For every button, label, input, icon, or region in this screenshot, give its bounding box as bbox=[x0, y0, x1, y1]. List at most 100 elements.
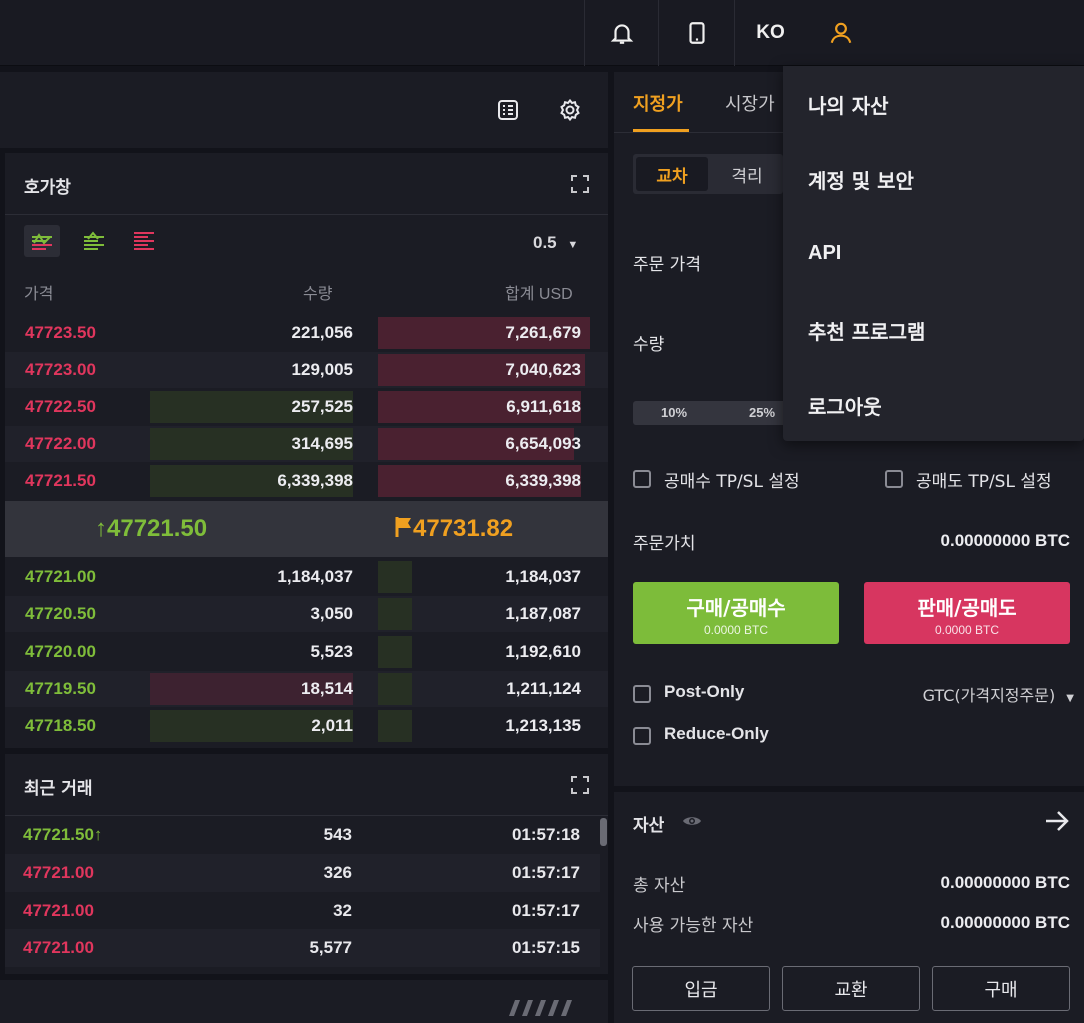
trade-qty: 32 bbox=[333, 901, 352, 920]
margin-isolated-button[interactable]: 격리 bbox=[714, 157, 780, 191]
exchange-button[interactable]: 교환 bbox=[782, 966, 920, 1011]
purchase-button[interactable]: 구매 bbox=[932, 966, 1070, 1011]
menu-item-my-assets[interactable]: 나의 자산 bbox=[808, 90, 889, 119]
mobile-app-button[interactable] bbox=[658, 0, 734, 66]
arrow-right-icon[interactable] bbox=[1044, 810, 1070, 832]
tpsl-long-label: 공매수 TP/SL 설정 bbox=[664, 472, 800, 492]
bid-qty: 18,514 bbox=[301, 679, 353, 698]
sell-short-button[interactable]: 판매/공매도 0.0000 BTC bbox=[864, 582, 1070, 644]
chevron-down-icon: ▼ bbox=[567, 239, 579, 251]
user-button[interactable] bbox=[806, 0, 876, 66]
bell-icon bbox=[610, 24, 633, 44]
precision-value: 0.5 bbox=[533, 233, 557, 252]
bid-total: 1,187,087 bbox=[505, 604, 581, 623]
layout-icon bbox=[498, 100, 518, 120]
depth-bar bbox=[378, 673, 412, 705]
trade-time: 01:57:15 bbox=[511, 938, 580, 957]
trade-price: 47721.50↑ bbox=[23, 825, 102, 845]
mark-price: 47731.82 bbox=[395, 515, 513, 543]
user-icon bbox=[830, 22, 852, 44]
menu-item-account-security[interactable]: 계정 및 보안 bbox=[808, 165, 914, 194]
last-price: ↑47721.50 bbox=[95, 515, 207, 543]
ask-row[interactable]: 47723.00 129,005 7,040,623 bbox=[5, 352, 608, 388]
pct-10-button[interactable]: 10% bbox=[661, 405, 687, 420]
pct-25-button[interactable]: 25% bbox=[749, 405, 775, 420]
menu-item-logout[interactable]: 로그아웃 bbox=[808, 391, 882, 420]
ask-row[interactable]: 47722.00 314,695 6,654,093 bbox=[5, 426, 608, 462]
menu-item-api[interactable]: API bbox=[808, 242, 841, 265]
trade-row: 47721.50↑ 543 01:57:18 bbox=[5, 816, 600, 854]
col-header-price: 가격 bbox=[24, 286, 54, 303]
ask-price: 47722.50 bbox=[25, 397, 96, 416]
available-assets-label: 사용 가능한 자산 bbox=[633, 916, 754, 936]
reduce-only-checkbox[interactable] bbox=[633, 727, 651, 745]
bid-price: 47720.50 bbox=[25, 604, 96, 623]
ask-total: 6,654,093 bbox=[505, 434, 581, 453]
ask-qty: 257,525 bbox=[291, 397, 353, 416]
trade-qty: 326 bbox=[323, 863, 352, 882]
bid-row[interactable]: 47721.00 1,184,037 1,184,037 bbox=[5, 559, 608, 595]
arrow-up-icon: ↑ bbox=[93, 825, 103, 844]
trade-price: 47721.00 bbox=[23, 901, 94, 920]
gear-icon bbox=[560, 98, 580, 122]
tab-market[interactable]: 시장가 bbox=[725, 90, 775, 116]
margin-cross-button[interactable]: 교차 bbox=[636, 157, 708, 191]
bid-row[interactable]: 47720.50 3,050 1,187,087 bbox=[5, 596, 608, 632]
trade-row: 47721.00 326 01:57:17 bbox=[5, 854, 600, 892]
menu-item-referral[interactable]: 추천 프로그램 bbox=[808, 316, 925, 345]
precision-select[interactable]: 0.5 ▼ bbox=[533, 233, 578, 253]
tab-limit[interactable]: 지정가 bbox=[633, 90, 683, 116]
orderbook-bids-icon bbox=[84, 231, 104, 250]
post-only-label: Post-Only bbox=[664, 682, 745, 701]
order-price-label: 주문 가격 bbox=[633, 255, 701, 275]
bid-price: 47719.50 bbox=[25, 679, 96, 698]
mark-price-value: 47731.82 bbox=[413, 515, 514, 542]
view-bids-button[interactable] bbox=[79, 225, 109, 257]
spread-row: ↑47721.50 47731.82 bbox=[5, 501, 608, 557]
quantity-label: 수량 bbox=[633, 335, 665, 355]
ask-row[interactable]: 47722.50 257,525 6,911,618 bbox=[5, 389, 608, 425]
post-only-checkbox[interactable] bbox=[633, 685, 651, 703]
bid-total: 1,192,610 bbox=[505, 642, 581, 661]
order-value-label: 주문가치 bbox=[633, 534, 696, 554]
col-header-total: 합계 USD bbox=[505, 286, 573, 303]
divider bbox=[5, 214, 608, 215]
bid-qty: 3,050 bbox=[310, 604, 353, 623]
total-assets-label: 총 자산 bbox=[633, 876, 686, 896]
time-in-force-select[interactable]: GTC(가격지정주문) ▼ bbox=[923, 682, 1074, 706]
ask-price: 47723.50 bbox=[25, 323, 96, 342]
notifications-button[interactable] bbox=[584, 0, 658, 66]
bid-price: 47718.50 bbox=[25, 716, 96, 735]
orderbook-title: 호가창 bbox=[24, 178, 71, 198]
deposit-button[interactable]: 입금 bbox=[632, 966, 770, 1011]
bid-price: 47720.00 bbox=[25, 642, 96, 661]
tpsl-short-checkbox[interactable] bbox=[885, 470, 903, 488]
layout-button[interactable] bbox=[493, 95, 523, 125]
bid-qty: 2,011 bbox=[311, 716, 353, 735]
ask-row[interactable]: 47721.50 6,339,398 6,339,398 bbox=[5, 463, 608, 499]
settings-button[interactable] bbox=[555, 95, 585, 125]
view-both-button[interactable] bbox=[24, 225, 60, 257]
user-dropdown-menu: 나의 자산 계정 및 보안 API 추천 프로그램 로그아웃 bbox=[783, 66, 1084, 441]
bid-row[interactable]: 47718.50 2,011 1,213,135 bbox=[5, 708, 608, 744]
ask-row[interactable]: 47723.50 221,056 7,261,679 bbox=[5, 315, 608, 351]
eye-icon[interactable] bbox=[682, 814, 702, 828]
bid-row[interactable]: 47719.50 18,514 1,211,124 bbox=[5, 671, 608, 707]
language-button[interactable]: KO bbox=[734, 0, 806, 66]
tpsl-long-checkbox[interactable] bbox=[633, 470, 651, 488]
view-asks-button[interactable] bbox=[129, 225, 159, 257]
sell-short-amount: 0.0000 BTC bbox=[934, 623, 1000, 637]
depth-bar bbox=[378, 636, 412, 668]
bid-total: 1,184,037 bbox=[505, 567, 581, 586]
orderbook-expand-button[interactable] bbox=[565, 169, 595, 199]
ask-qty: 314,695 bbox=[291, 434, 353, 453]
trade-price-value: 47721.50 bbox=[23, 825, 94, 844]
scrollbar[interactable] bbox=[600, 818, 607, 846]
chart-toolbar bbox=[0, 72, 608, 148]
bid-row[interactable]: 47720.00 5,523 1,192,610 bbox=[5, 634, 608, 670]
recent-expand-button[interactable] bbox=[565, 770, 595, 800]
trade-qty: 543 bbox=[323, 825, 352, 844]
tpsl-short-label: 공매도 TP/SL 설정 bbox=[916, 472, 1052, 492]
chevron-down-icon: ▼ bbox=[1066, 693, 1074, 704]
buy-long-button[interactable]: 구매/공매수 0.0000 BTC bbox=[633, 582, 839, 644]
